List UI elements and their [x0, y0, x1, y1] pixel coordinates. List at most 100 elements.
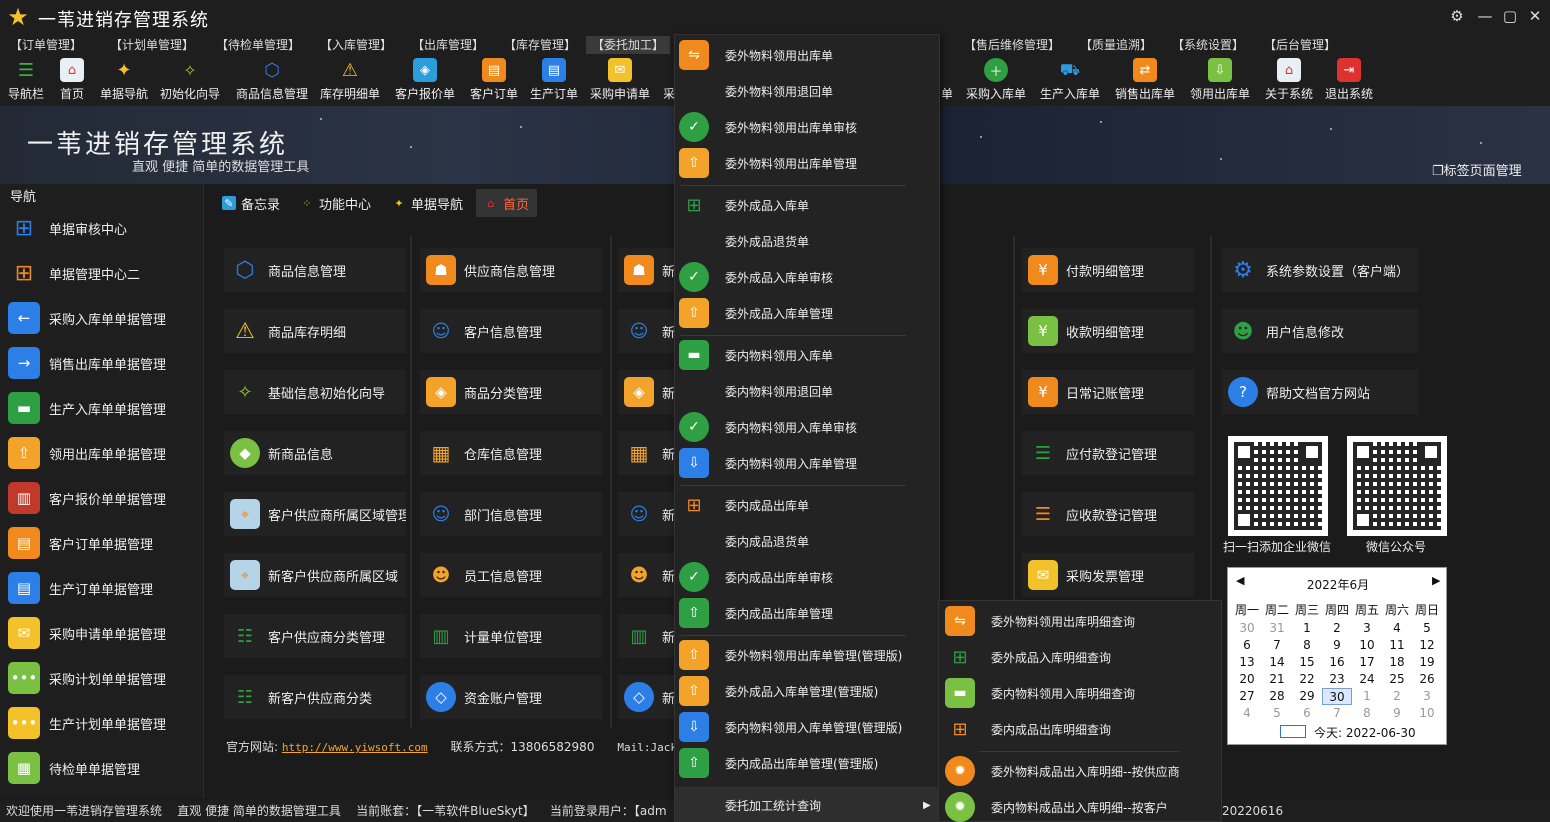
dd-statistics-query[interactable]: 委托加工统计查询 ▶ — [675, 787, 939, 822]
tb-production-in-button[interactable]: ⛟ 生产入库单 — [1040, 58, 1100, 104]
calendar-day[interactable]: 22 — [1292, 671, 1322, 688]
menu-settings[interactable]: 【系统设置】 — [1166, 36, 1250, 54]
calendar-day[interactable]: 14 — [1262, 654, 1292, 671]
sidebar-item-production-plan[interactable]: ••• 生产计划单单据管理 — [8, 703, 198, 743]
tb-production-order-button[interactable]: ▤ 生产订单 — [530, 58, 578, 104]
menu-admin[interactable]: 【后台管理】 — [1258, 36, 1342, 54]
calendar-day[interactable]: 16 — [1322, 654, 1352, 671]
sidebar-item-production-order[interactable]: ▤ 生产订单单据管理 — [8, 568, 198, 608]
dd-in-product-audit[interactable]: ✓ 委内成品出库单审核 — [675, 559, 939, 595]
tab-doc-nav[interactable]: ✦ 单据导航 — [384, 189, 471, 217]
tb-init-wizard-button[interactable]: ✧ 初始化向导 — [160, 58, 220, 104]
tab-function-center[interactable]: ⁘ 功能中心 — [292, 189, 379, 217]
card-region-manage[interactable]: ⌖ 客户供应商所属区域管理 — [224, 492, 406, 536]
dd-in-material-in[interactable]: ▬ 委内物料领用入库单 — [675, 337, 939, 373]
dd-in-product-manage-admin[interactable]: ⇧ 委内成品出库单管理(管理版) — [675, 745, 939, 781]
sidebar-item-use-out[interactable]: ⇧ 领用出库单单据管理 — [8, 433, 198, 473]
sm-in-product-out-query[interactable]: ⊞ 委内成品出库明细查询 — [939, 711, 1221, 747]
calendar-today[interactable]: 今天: 2022-06-30 — [1314, 724, 1416, 741]
card-new-region[interactable]: ⌖ 新客户供应商所属区域 — [224, 553, 406, 597]
card-col3-7[interactable]: ▥ 新 — [618, 614, 674, 658]
tb-sales-out-button[interactable]: ⇄ 销售出库单 — [1115, 58, 1175, 104]
calendar-day[interactable]: 21 — [1262, 671, 1292, 688]
card-warehouse[interactable]: ▦ 仓库信息管理 — [420, 431, 602, 475]
sidebar-item-production-in[interactable]: ▬ 生产入库单单据管理 — [8, 388, 198, 428]
settings-gear-icon[interactable]: ⚙ — [1444, 4, 1470, 28]
menu-aftersales[interactable]: 【售后维修管理】 — [958, 36, 1066, 54]
card-new-category[interactable]: ☷ 新客户供应商分类 — [224, 675, 406, 719]
calendar-day[interactable]: 3 — [1412, 688, 1442, 705]
menu-quality[interactable]: 【质量追溯】 — [1074, 36, 1158, 54]
card-col3-8[interactable]: ◇ 新 — [618, 675, 674, 719]
sm-by-supplier-query[interactable]: ✹ 委外物料成品出入库明细--按供应商 — [939, 753, 1221, 789]
calendar-day[interactable]: 8 — [1292, 637, 1322, 654]
menu-inventory[interactable]: 【库存管理】 — [498, 36, 582, 54]
calendar-day[interactable]: 25 — [1382, 671, 1412, 688]
tab-memo[interactable]: ✎ 备忘录 — [214, 189, 288, 217]
close-button[interactable]: ✕ — [1522, 4, 1548, 28]
card-receipt-detail[interactable]: ¥ 收款明细管理 — [1022, 309, 1194, 353]
tb-exit-button[interactable]: ⇥ 退出系统 — [1325, 58, 1373, 104]
tab-manage-button[interactable]: ❐标签页面管理 — [1432, 160, 1522, 179]
card-col3-1[interactable]: ☗ 新 — [618, 248, 674, 292]
dd-out-product-manage[interactable]: ⇧ 委外成品入库单管理 — [675, 295, 939, 331]
tab-home[interactable]: ⌂ 首页 — [476, 189, 538, 217]
calendar-day[interactable]: 6 — [1292, 705, 1322, 722]
card-help-docs[interactable]: ? 帮助文档官方网站 — [1222, 370, 1418, 414]
calendar-day[interactable]: 31 — [1262, 620, 1292, 637]
card-category-manage[interactable]: ☷ 客户供应商分类管理 — [224, 614, 406, 658]
card-department[interactable]: ☺ 部门信息管理 — [420, 492, 602, 536]
card-employee[interactable]: ☻ 员工信息管理 — [420, 553, 602, 597]
sidebar-item-manage-center[interactable]: ⊞ 单据管理中心二 — [8, 253, 198, 293]
dd-out-product-audit[interactable]: ✓ 委外成品入库单审核 — [675, 259, 939, 295]
calendar-day[interactable]: 30 — [1232, 620, 1262, 637]
calendar-day[interactable]: 1 — [1292, 620, 1322, 637]
card-supplier-info[interactable]: ☗ 供应商信息管理 — [420, 248, 602, 292]
calendar-day[interactable]: 1 — [1352, 688, 1382, 705]
calendar-day[interactable]: 2 — [1322, 620, 1352, 637]
tb-home-button[interactable]: ⌂ 首页 — [60, 58, 84, 104]
calendar-day[interactable]: 12 — [1412, 637, 1442, 654]
dd-out-product-in[interactable]: ⊞ 委外成品入库单 — [675, 187, 939, 223]
calendar-day[interactable]: 5 — [1262, 705, 1292, 722]
sidebar-item-inspection[interactable]: ▦ 待检单单据管理 — [8, 748, 198, 788]
tb-hidden-button-2[interactable]: 单 — [942, 58, 952, 104]
menu-outsourcing[interactable]: 【委托加工】 — [586, 36, 671, 54]
calendar-day[interactable]: 3 — [1352, 620, 1382, 637]
dd-out-material-manage-admin[interactable]: ⇧ 委外物料领用出库单管理(管理版) — [675, 637, 939, 673]
calendar-day[interactable]: 19 — [1412, 654, 1442, 671]
calendar-day[interactable]: 29 — [1292, 688, 1322, 705]
dd-out-product-manage-admin[interactable]: ⇧ 委外成品入库单管理(管理版) — [675, 673, 939, 709]
calendar-day[interactable]: 24 — [1352, 671, 1382, 688]
calendar-day[interactable]: 17 — [1352, 654, 1382, 671]
sidebar-item-audit-center[interactable]: ⊞ 单据审核中心 — [8, 208, 198, 248]
dd-in-product-manage[interactable]: ⇧ 委内成品出库单管理 — [675, 595, 939, 631]
calendar-day[interactable]: 30 — [1322, 688, 1352, 705]
card-init-wizard[interactable]: ✧ 基础信息初始化向导 — [224, 370, 406, 414]
sm-out-material-issue-query[interactable]: ⇋ 委外物料领用出库明细查询 — [939, 603, 1221, 639]
calendar-day[interactable]: 9 — [1322, 637, 1352, 654]
calendar-day[interactable]: 28 — [1262, 688, 1292, 705]
calendar-day[interactable]: 26 — [1412, 671, 1442, 688]
card-purchase-invoice[interactable]: ✉ 采购发票管理 — [1022, 553, 1194, 597]
menu-inspection[interactable]: 【待检单管理】 — [210, 36, 306, 54]
sidebar-item-purchase-plan[interactable]: ••• 采购计划单单据管理 — [8, 658, 198, 698]
dd-in-product-out[interactable]: ⊞ 委内成品出库单 — [675, 487, 939, 523]
calendar-day[interactable]: 10 — [1352, 637, 1382, 654]
calendar-day[interactable]: 6 — [1232, 637, 1262, 654]
calendar-day[interactable]: 8 — [1352, 705, 1382, 722]
sidebar-item-customer-order[interactable]: ▤ 客户订单单据管理 — [8, 523, 198, 563]
tb-stock-detail-button[interactable]: ⚠ 库存明细单 — [320, 58, 380, 104]
dd-in-material-manage[interactable]: ⇩ 委内物料领用入库单管理 — [675, 445, 939, 481]
sidebar-item-purchase-request[interactable]: ✉ 采购申请单单据管理 — [8, 613, 198, 653]
calendar-day[interactable]: 23 — [1322, 671, 1352, 688]
card-customer-info[interactable]: ☺ 客户信息管理 — [420, 309, 602, 353]
card-daily-account[interactable]: ¥ 日常记账管理 — [1022, 370, 1194, 414]
calendar-day[interactable]: 4 — [1382, 620, 1412, 637]
card-receivable[interactable]: ☰ 应收款登记管理 — [1022, 492, 1194, 536]
calendar-day[interactable]: 11 — [1382, 637, 1412, 654]
card-payable[interactable]: ☰ 应付款登记管理 — [1022, 431, 1194, 475]
sidebar-item-quote[interactable]: ▥ 客户报价单单据管理 — [8, 478, 198, 518]
tb-purchase-request-button[interactable]: ✉ 采购申请单 — [590, 58, 650, 104]
calendar-day[interactable]: 7 — [1262, 637, 1292, 654]
